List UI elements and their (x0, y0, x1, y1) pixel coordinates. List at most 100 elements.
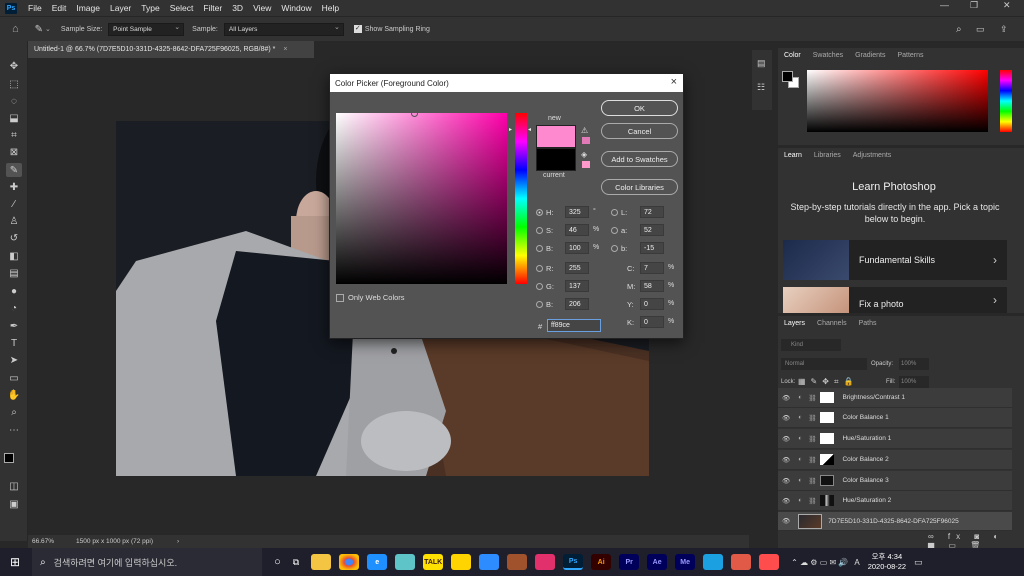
eraser-tool-icon[interactable]: ◧ (6, 249, 22, 263)
red-radio[interactable] (536, 265, 543, 272)
blur-tool-icon[interactable]: ● (6, 284, 22, 298)
minimize-icon[interactable]: — (940, 0, 949, 10)
after-effects-taskbar-icon[interactable]: Ae (647, 554, 668, 570)
hand-tool-icon[interactable]: ✋ (6, 388, 22, 402)
visibility-eye-icon[interactable]: 👁 (782, 456, 790, 464)
cortana-icon[interactable]: ○ (274, 556, 281, 568)
visibility-eye-icon[interactable]: 👁 (782, 414, 790, 422)
learn-card-fix-photo[interactable]: Fix a photo › (783, 287, 1007, 313)
bird-app-icon[interactable] (395, 554, 416, 570)
document-tab[interactable]: Untitled-1 @ 66.7% (7D7E5D10-331D-4325-8… (28, 41, 314, 58)
panel-foreground-swatch[interactable] (782, 71, 793, 82)
close-window-icon[interactable]: ✕ (1003, 0, 1011, 11)
tab-libraries[interactable]: Libraries (808, 152, 847, 159)
menu-3d[interactable]: 3D (227, 3, 248, 13)
search-icon[interactable]: ⌕ (956, 24, 962, 35)
lightness-input[interactable]: 72 (640, 206, 664, 218)
menu-filter[interactable]: Filter (198, 3, 227, 13)
edge-icon[interactable]: e (367, 554, 388, 570)
stamp-tool-icon[interactable]: ♙ (6, 214, 22, 228)
menu-view[interactable]: View (248, 3, 276, 13)
black-input[interactable]: 0 (640, 316, 664, 328)
file-explorer-icon[interactable] (311, 554, 332, 570)
status-arrow-icon[interactable]: › (177, 538, 179, 545)
frame-tool-icon[interactable]: ⊠ (6, 145, 22, 159)
visibility-eye-icon[interactable]: 👁 (782, 394, 790, 402)
input-language[interactable]: A (854, 558, 859, 567)
chrome-icon[interactable] (339, 554, 360, 570)
kakaotalk-icon[interactable]: TALK (423, 554, 444, 570)
brightness-input[interactable]: 100 (565, 242, 589, 254)
app-taskbar-icon-2[interactable] (731, 554, 752, 570)
color-field-cursor[interactable] (411, 110, 418, 117)
share-icon[interactable]: ⇪ (1000, 24, 1008, 35)
quick-mask-icon[interactable]: ◫ (6, 479, 22, 493)
menu-image[interactable]: Image (71, 3, 105, 13)
add-to-swatches-button[interactable]: Add to Swatches (601, 151, 678, 167)
blend-mode-select[interactable]: Normal (781, 358, 867, 370)
tab-adjustments[interactable]: Adjustments (847, 152, 898, 159)
learn-card-fundamental[interactable]: Fundamental Skills › (783, 240, 1007, 280)
history-panel-icon[interactable]: ▤ (757, 58, 766, 69)
layer-row[interactable]: 👁 ◐ ⛓ Color Balance 1 (778, 408, 1012, 428)
camera-app-icon[interactable] (535, 554, 556, 570)
menu-file[interactable]: File (23, 3, 47, 13)
game-app-icon[interactable] (507, 554, 528, 570)
web-safe-icon[interactable]: ◈ (581, 150, 587, 159)
gamut-color-swatch[interactable] (582, 137, 590, 144)
tab-learn[interactable]: Learn (778, 152, 808, 159)
notification-icon[interactable]: ▭ (914, 557, 923, 568)
red-input[interactable]: 255 (565, 262, 589, 274)
hue-slider[interactable] (515, 113, 527, 284)
layer-row[interactable]: 👁 ◐ ⛓ Hue/Saturation 1 (778, 429, 1012, 449)
pen-tool-icon[interactable]: ✒ (6, 319, 22, 333)
b-channel-input[interactable]: -15 (640, 242, 664, 254)
hex-input[interactable]: ff89ce (547, 319, 601, 332)
layer-row[interactable]: 👁 ◐ ⛓ Hue/Saturation 2 (778, 491, 1012, 511)
tab-layers[interactable]: Layers (778, 320, 811, 327)
hue-radio[interactable] (536, 209, 543, 216)
yellow-input[interactable]: 0 (640, 298, 664, 310)
chevron-down-icon[interactable]: ⌄ (45, 25, 51, 33)
close-icon[interactable]: × (671, 76, 677, 88)
layer-row[interactable]: 👁 ◐ ⛓ Color Balance 2 (778, 450, 1012, 470)
lasso-tool-icon[interactable]: ◌ (6, 94, 22, 108)
tab-color[interactable]: Color (778, 52, 807, 59)
lightness-radio[interactable] (611, 209, 618, 216)
blue-input[interactable]: 206 (565, 298, 589, 310)
history-brush-tool-icon[interactable]: ↺ (6, 231, 22, 245)
hue-slider-right-arrow-icon[interactable]: ◂ (528, 126, 531, 133)
close-tab-icon[interactable]: × (283, 46, 287, 53)
magenta-input[interactable]: 58 (640, 280, 664, 292)
fill-input[interactable]: 100% (899, 376, 929, 388)
show-ring-checkbox[interactable]: ✓ (353, 25, 362, 33)
sample-size-select[interactable]: Point Sample (108, 22, 185, 36)
visibility-eye-icon[interactable]: 👁 (782, 477, 790, 485)
green-input[interactable]: 137 (565, 280, 589, 292)
illustrator-taskbar-icon[interactable]: Ai (591, 554, 612, 570)
tab-paths[interactable]: Paths (853, 320, 883, 327)
current-color-swatch[interactable] (536, 148, 576, 171)
premiere-taskbar-icon[interactable]: Pr (619, 554, 640, 570)
ok-button[interactable]: OK (601, 100, 678, 116)
home-icon[interactable]: ⌂ (12, 23, 19, 35)
menu-type[interactable]: Type (136, 3, 164, 13)
menu-layer[interactable]: Layer (105, 3, 136, 13)
properties-panel-icon[interactable]: ☷ (757, 82, 765, 93)
tab-channels[interactable]: Channels (811, 320, 853, 327)
zoom-app-icon[interactable] (479, 554, 500, 570)
taskbar-clock[interactable]: 오후 4:34 2020-08-22 (868, 552, 906, 572)
brush-tool-icon[interactable]: ∕ (6, 197, 22, 211)
type-tool-icon[interactable]: T (6, 336, 22, 350)
tab-swatches[interactable]: Swatches (807, 52, 849, 59)
marquee-tool-icon[interactable]: ⬚ (6, 77, 22, 91)
opacity-input[interactable]: 100% (899, 358, 929, 370)
sample-select[interactable]: All Layers (223, 22, 344, 36)
tab-patterns[interactable]: Patterns (891, 52, 929, 59)
saturation-radio[interactable] (536, 227, 543, 234)
b-channel-radio[interactable] (611, 245, 618, 252)
brightness-radio[interactable] (536, 245, 543, 252)
menu-window[interactable]: Window (276, 3, 316, 13)
eyedropper-tool-icon[interactable]: ✎ (35, 24, 43, 35)
blue-radio[interactable] (536, 301, 543, 308)
